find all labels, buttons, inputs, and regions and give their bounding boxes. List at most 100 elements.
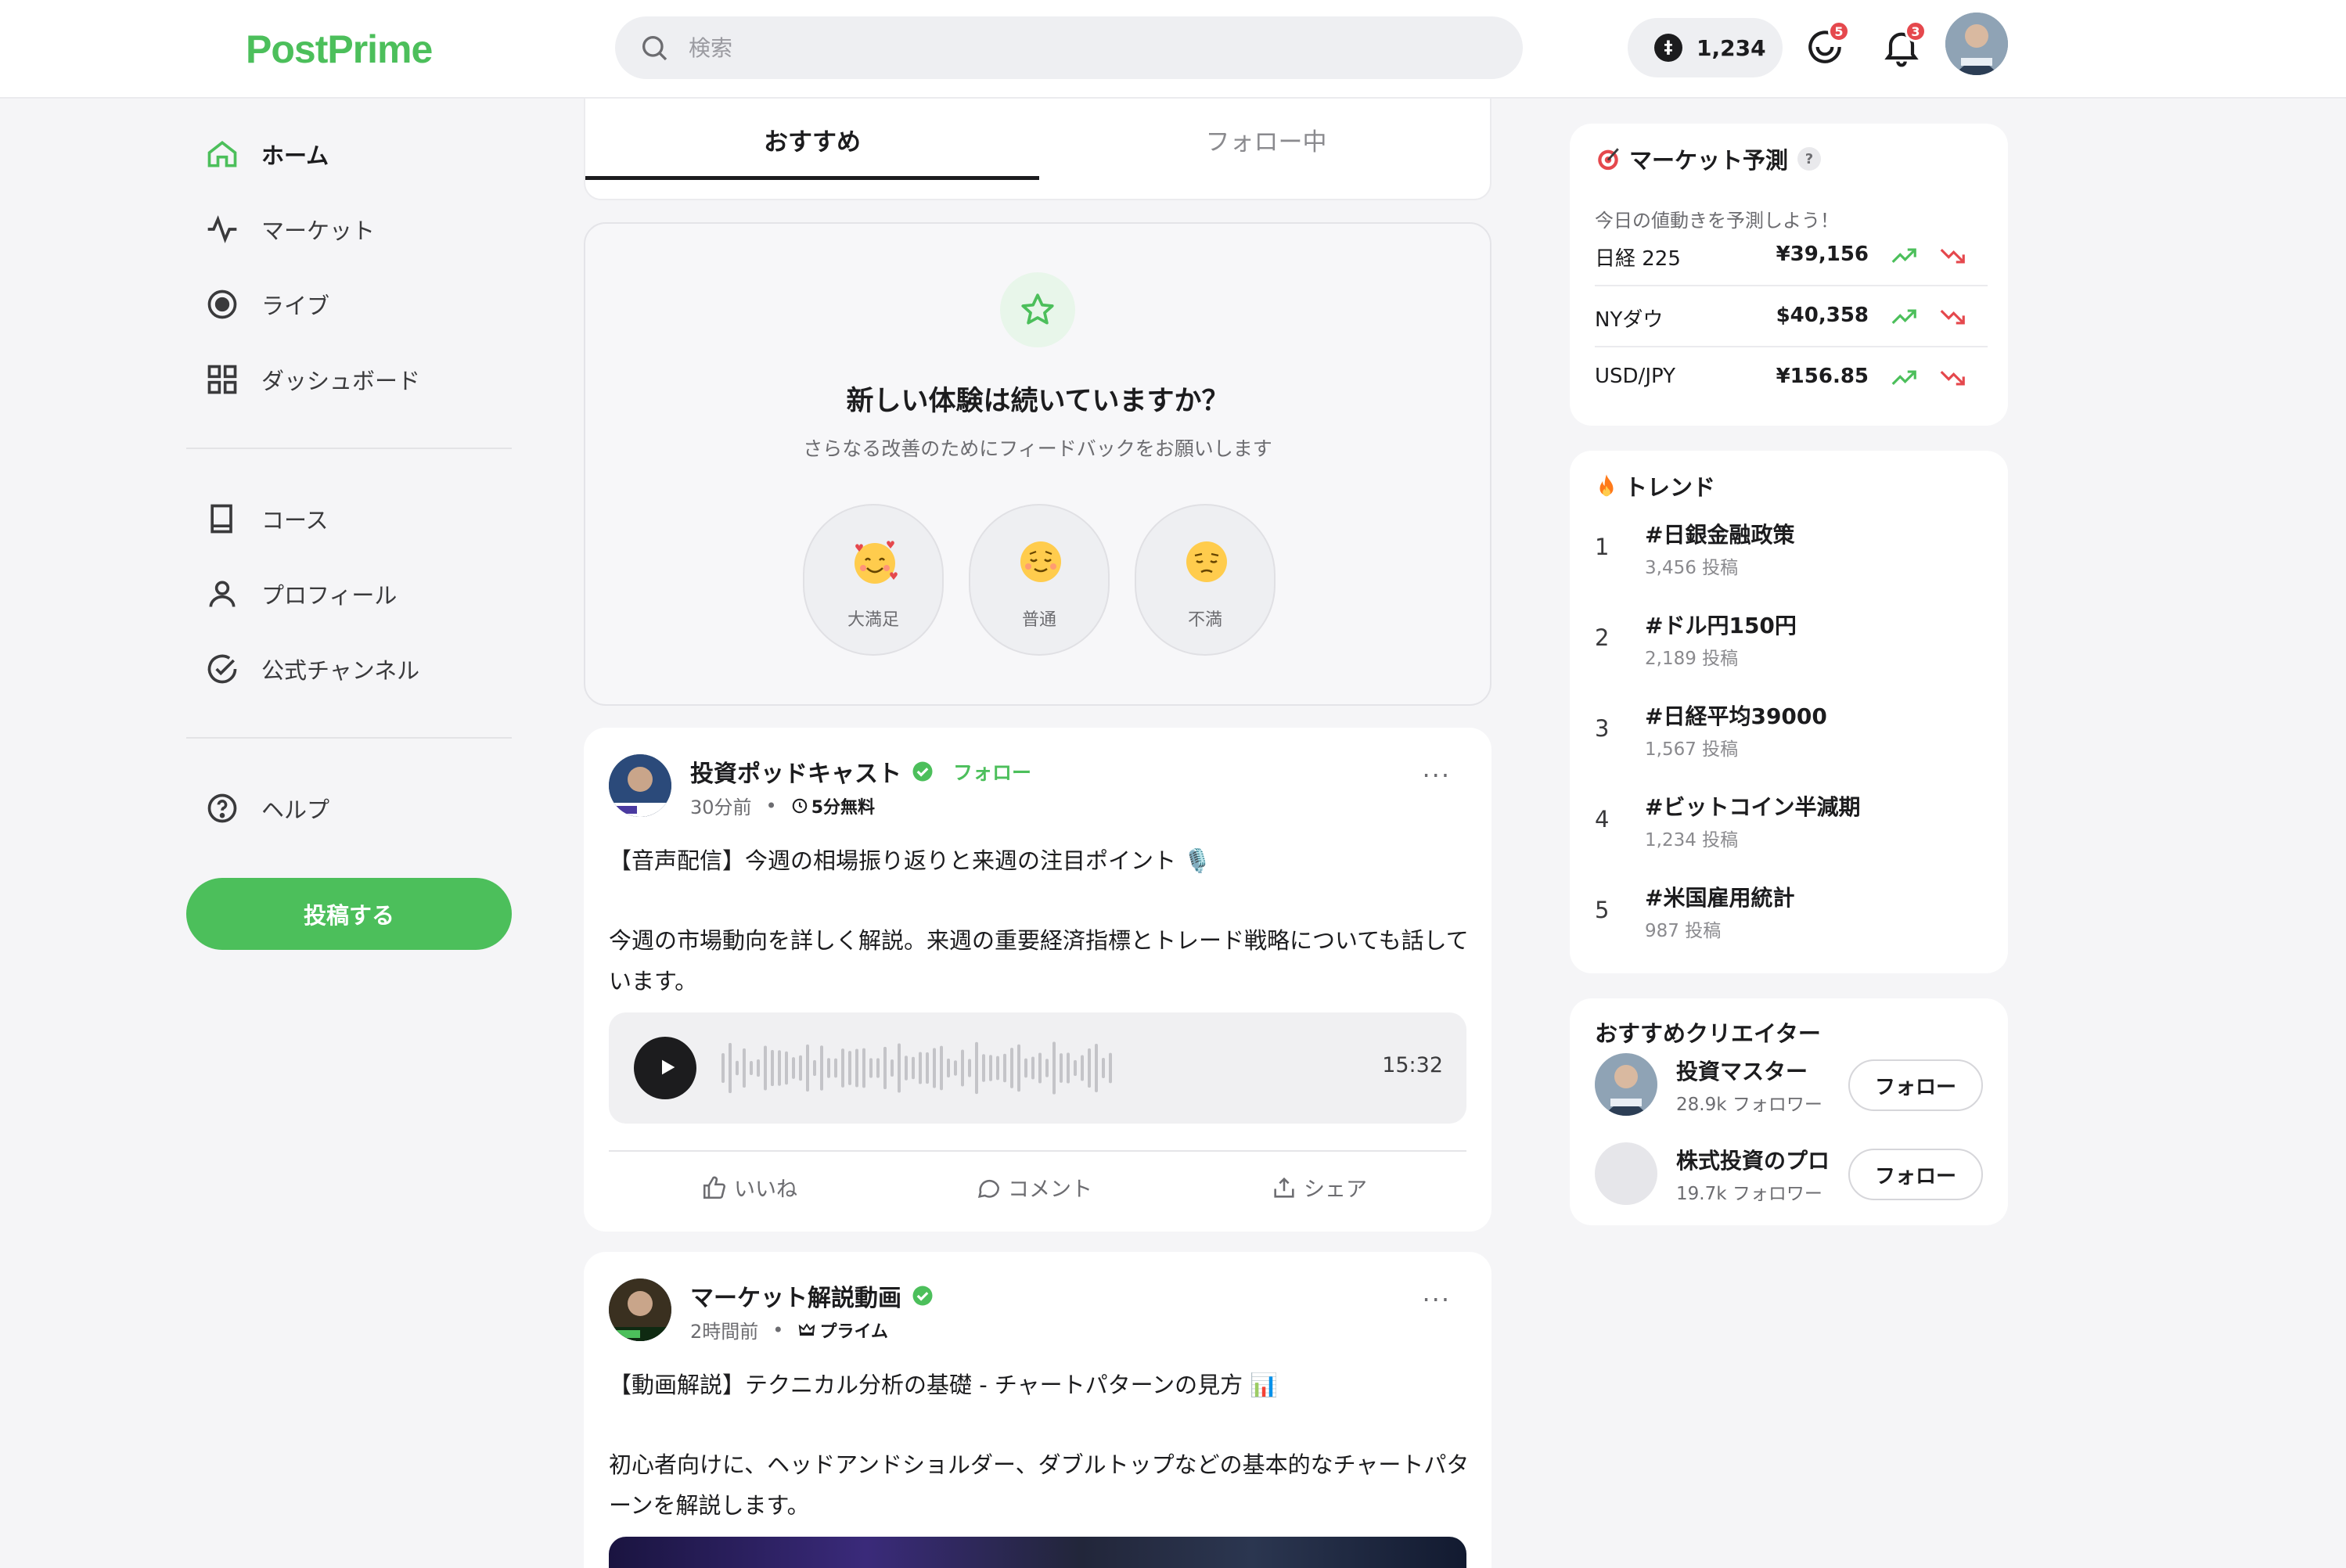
trend-tag[interactable]: #米国雇用統計 — [1645, 881, 1794, 912]
video-thumbnail[interactable] — [609, 1537, 1466, 1568]
notifications-badge: 3 — [1905, 20, 1927, 42]
market-help-icon[interactable]: ? — [1797, 147, 1822, 171]
waveform-bar — [1017, 1044, 1020, 1092]
waveform-bar — [1038, 1052, 1042, 1084]
share-label: シェア — [1304, 1178, 1367, 1202]
user-avatar[interactable] — [1945, 13, 2008, 75]
crown-icon — [799, 1322, 815, 1336]
post-actions-divider — [609, 1150, 1466, 1152]
sidebar-item-official[interactable]: 公式チャンネル — [205, 642, 518, 696]
audio-waveform[interactable] — [721, 1033, 1113, 1103]
post-more-button[interactable]: ··· — [1422, 1285, 1451, 1314]
post-time: 2時間前 — [690, 1321, 759, 1343]
trend-rank: 5 — [1595, 897, 1610, 923]
book-icon — [210, 504, 232, 534]
market-value: $40,358 — [1776, 304, 1869, 327]
like-label: いいね — [734, 1178, 797, 1202]
star-icon — [1021, 293, 1054, 325]
logo[interactable]: PostPrime — [246, 27, 433, 72]
thumbs-up-icon — [703, 1176, 726, 1199]
search-input[interactable] — [689, 24, 1471, 71]
post-author-avatar[interactable] — [609, 754, 671, 817]
messages-button[interactable]: 5 — [1803, 20, 1850, 69]
feedback-subtitle: さらなる改善のためにフィードバックをお願いします — [803, 437, 1272, 460]
post-author: マーケット解説動画 — [690, 1278, 934, 1313]
feedback-option-very-satisfied[interactable]: 大満足 — [803, 504, 944, 656]
waveform-bar — [982, 1054, 985, 1082]
post-access-tag: プライム — [797, 1318, 888, 1343]
like-button[interactable]: いいね — [701, 1172, 797, 1203]
tab-recommended[interactable]: おすすめ — [585, 99, 1039, 180]
comment-button[interactable]: コメント — [975, 1172, 1092, 1203]
waveform-bar — [855, 1048, 858, 1088]
post-more-button[interactable]: ··· — [1422, 761, 1451, 790]
sidebar-item-help[interactable]: ヘルプ — [205, 781, 518, 836]
trend-tag[interactable]: #日銀金融政策 — [1645, 518, 1794, 549]
sidebar-item-profile[interactable]: プロフィール — [205, 566, 518, 621]
waveform-bar — [771, 1049, 774, 1087]
waveform-bar — [876, 1058, 880, 1078]
trend-count: 1,234 投稿 — [1645, 830, 1739, 851]
create-post-button[interactable]: 投稿する — [186, 878, 512, 950]
waveform-bar — [1010, 1048, 1013, 1088]
target-icon — [1598, 148, 1619, 171]
feedback-option-label: 不満 — [1187, 610, 1222, 630]
waveform-bar — [1074, 1059, 1077, 1077]
live-icon — [207, 290, 237, 319]
notifications-button[interactable]: 3 — [1880, 20, 1927, 69]
share-button[interactable]: シェア — [1271, 1172, 1367, 1203]
trend-up-icon[interactable] — [1889, 302, 1919, 332]
waveform-bar — [961, 1049, 964, 1087]
creator-name[interactable]: 投資マスター — [1676, 1055, 1808, 1086]
sidebar-item-market[interactable]: マーケット — [205, 202, 518, 257]
trend-up-icon[interactable] — [1889, 241, 1919, 271]
waveform-bar — [954, 1060, 957, 1076]
sidebar-item-live[interactable]: ライブ — [205, 277, 518, 332]
points-balance[interactable]: ‡ 1,234 — [1628, 18, 1783, 77]
waveform-bar — [1045, 1059, 1049, 1077]
feedback-option-dissatisfied[interactable]: 不満 — [1135, 504, 1276, 656]
trend-up-icon[interactable] — [1889, 363, 1919, 393]
waveform-bar — [898, 1043, 901, 1093]
trend-down-icon[interactable] — [1938, 363, 1967, 393]
check-circle-icon — [207, 654, 237, 684]
creator-avatar[interactable] — [1595, 1142, 1657, 1205]
waveform-bar — [750, 1060, 753, 1076]
coin-icon: ‡ — [1654, 34, 1682, 62]
sidebar-item-dashboard[interactable]: ダッシュボード — [205, 352, 518, 407]
post-title: 【動画解説】テクニカル分析の基礎 - チャートパターンの見方 📊 — [609, 1372, 1279, 1398]
creator-avatar[interactable] — [1595, 1053, 1657, 1116]
post-access-label: プライム — [819, 1322, 888, 1342]
feedback-option-neutral[interactable]: 普通 — [969, 504, 1110, 656]
search-bar[interactable] — [615, 16, 1523, 79]
post-author-name[interactable]: 投資ポッドキャスト — [690, 754, 901, 789]
sidebar-divider — [186, 737, 512, 739]
trend-tag[interactable]: #ビットコイン半減期 — [1645, 790, 1860, 822]
tabs-underlay — [584, 180, 1491, 200]
tab-following[interactable]: フォロー中 — [1039, 99, 1493, 180]
trend-tag[interactable]: #日経平均39000 — [1645, 699, 1827, 731]
user-icon — [209, 581, 236, 607]
play-button[interactable] — [634, 1037, 696, 1099]
post-author-avatar[interactable] — [609, 1278, 671, 1341]
sidebar-divider — [186, 448, 512, 449]
sidebar-item-home[interactable]: ホーム — [205, 127, 518, 182]
trend-count: 1,567 投稿 — [1645, 739, 1739, 760]
waveform-bar — [792, 1057, 795, 1079]
sidebar-item-course[interactable]: コース — [205, 491, 518, 546]
trend-tag[interactable]: #ドル円150円 — [1645, 609, 1797, 640]
creator-name[interactable]: 株式投資のプロ — [1676, 1144, 1830, 1175]
trend-down-icon[interactable] — [1938, 302, 1967, 332]
waveform-bar — [721, 1053, 725, 1083]
waveform-bar — [947, 1058, 950, 1078]
feed-post: 投資ポッドキャスト フォロー 30分前 • 5分無料 ··· 【音声配信】今週の… — [584, 728, 1491, 1232]
follow-link[interactable]: フォロー — [953, 757, 1031, 786]
follow-button[interactable]: フォロー — [1848, 1149, 1983, 1200]
post-author-name[interactable]: マーケット解説動画 — [690, 1278, 901, 1313]
waveform-bar — [785, 1051, 788, 1085]
post-body: 今週の市場動向を詳しく解説。来週の重要経済指標とトレード戦略についても話していま… — [609, 927, 1469, 994]
post-meta: 2時間前 • プライム — [690, 1316, 888, 1343]
trends-title-text: トレンド — [1625, 474, 1716, 501]
trend-down-icon[interactable] — [1938, 241, 1967, 271]
follow-button[interactable]: フォロー — [1848, 1059, 1983, 1111]
